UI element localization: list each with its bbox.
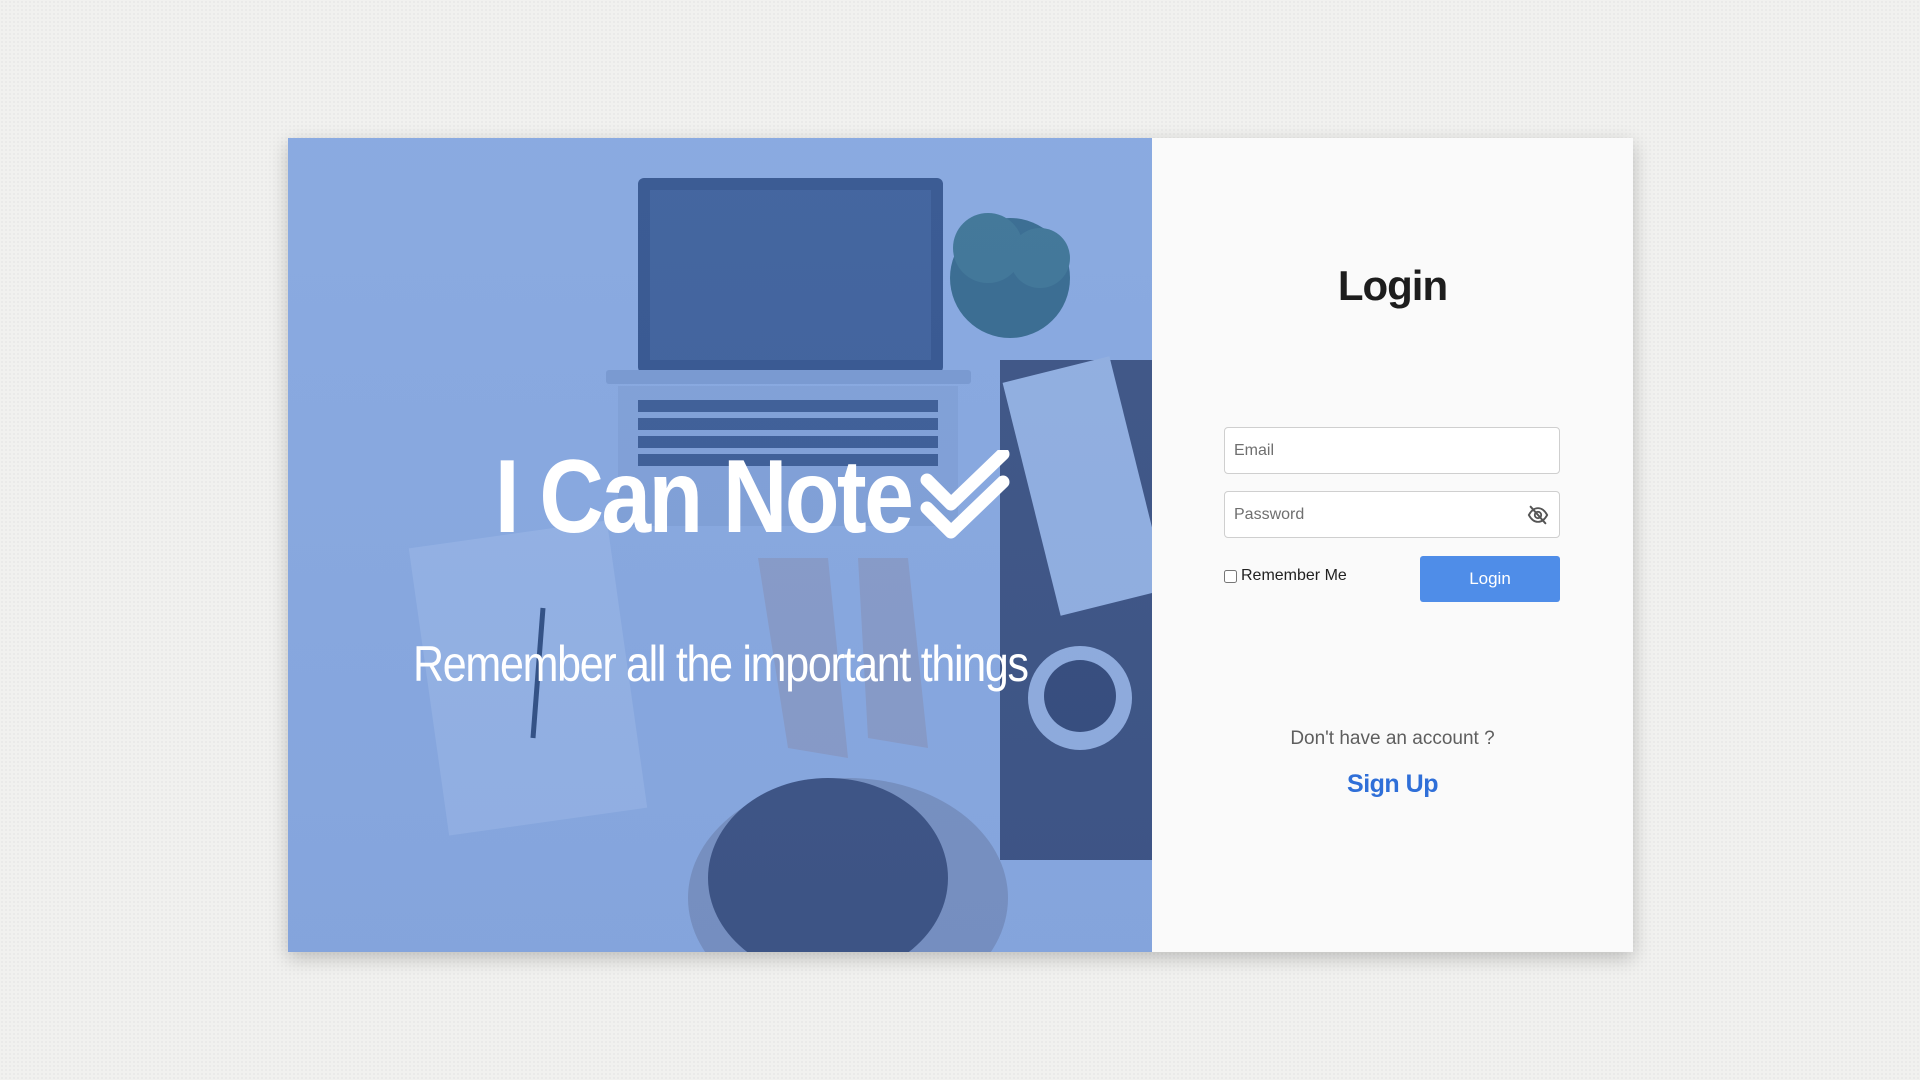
hero-panel: I Can Note Remember all the important th…: [288, 138, 1152, 952]
no-account-text: Don't have an account ?: [1290, 728, 1495, 749]
login-card: I Can Note Remember all the important th…: [288, 138, 1633, 952]
brand-title: I Can Note: [494, 439, 914, 555]
remember-me[interactable]: Remember Me: [1224, 567, 1347, 585]
hero-content: I Can Note Remember all the important th…: [288, 138, 1152, 952]
password-input[interactable]: [1225, 492, 1559, 537]
remember-me-label: Remember Me: [1241, 567, 1347, 584]
sign-up-link[interactable]: Sign Up: [1152, 770, 1633, 799]
double-check-icon: [920, 449, 1010, 538]
hero-tagline: Remember all the important things: [412, 636, 1029, 692]
eye-off-icon[interactable]: [1527, 504, 1549, 526]
password-field[interactable]: [1224, 491, 1560, 538]
email-field[interactable]: [1224, 427, 1560, 474]
login-panel: Login Remember Me Login Don't have an ac…: [1152, 138, 1633, 952]
login-heading: Login: [1337, 262, 1448, 309]
email-input[interactable]: [1225, 428, 1559, 473]
remember-me-checkbox[interactable]: [1224, 569, 1237, 583]
brand: I Can Note: [427, 438, 1013, 557]
login-button[interactable]: Login: [1420, 556, 1560, 602]
